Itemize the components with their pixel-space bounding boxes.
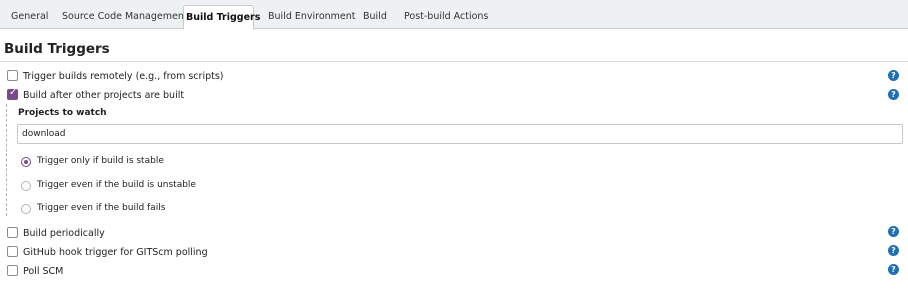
radio-trigger-stable-label: Trigger only if build is stable xyxy=(37,156,164,166)
radio-trigger-fails[interactable] xyxy=(21,204,31,214)
poll-scm-label: Poll SCM xyxy=(23,266,64,277)
radio-trigger-stable[interactable] xyxy=(21,157,31,167)
tab-build-environment[interactable]: Build Environment xyxy=(266,5,358,29)
help-icon[interactable]: ? xyxy=(888,226,899,237)
help-icon[interactable]: ? xyxy=(888,89,899,100)
tab-general[interactable]: General xyxy=(9,5,50,29)
build-periodically-label: Build periodically xyxy=(23,228,105,239)
tab-source-code-management[interactable]: Source Code Management xyxy=(60,5,190,29)
github-hook-label: GitHub hook trigger for GITScm polling xyxy=(23,247,208,258)
tab-build[interactable]: Build xyxy=(361,5,389,29)
section-title: Build Triggers xyxy=(4,41,110,57)
help-icon[interactable]: ? xyxy=(888,245,899,256)
build-periodically-checkbox[interactable] xyxy=(7,227,18,238)
radio-dot-icon xyxy=(24,160,28,164)
github-hook-checkbox[interactable] xyxy=(7,246,18,257)
radio-trigger-fails-label: Trigger even if the build fails xyxy=(37,203,166,213)
trigger-remotely-checkbox[interactable] xyxy=(7,70,18,81)
radio-trigger-unstable-label: Trigger even if the build is unstable xyxy=(37,180,196,190)
projects-to-watch-input[interactable] xyxy=(17,124,903,144)
poll-scm-checkbox[interactable] xyxy=(7,265,18,276)
tab-build-triggers[interactable]: Build Triggers xyxy=(183,5,260,30)
help-icon[interactable]: ? xyxy=(888,70,899,81)
trigger-remotely-label: Trigger builds remotely (e.g., from scri… xyxy=(23,71,224,82)
build-after-other-label: Build after other projects are built xyxy=(23,90,185,101)
radio-trigger-unstable[interactable] xyxy=(21,181,31,191)
nested-options-guide xyxy=(6,104,7,216)
projects-to-watch-label: Projects to watch xyxy=(18,108,107,118)
tab-bar: General Source Code Management Build Tri… xyxy=(0,0,908,30)
checkmark-icon: ✓ xyxy=(9,87,18,98)
build-after-other-checkbox[interactable]: ✓ xyxy=(7,87,18,100)
tab-post-build-actions[interactable]: Post-build Actions xyxy=(402,5,490,29)
section-divider xyxy=(0,61,908,62)
help-icon[interactable]: ? xyxy=(888,264,899,275)
